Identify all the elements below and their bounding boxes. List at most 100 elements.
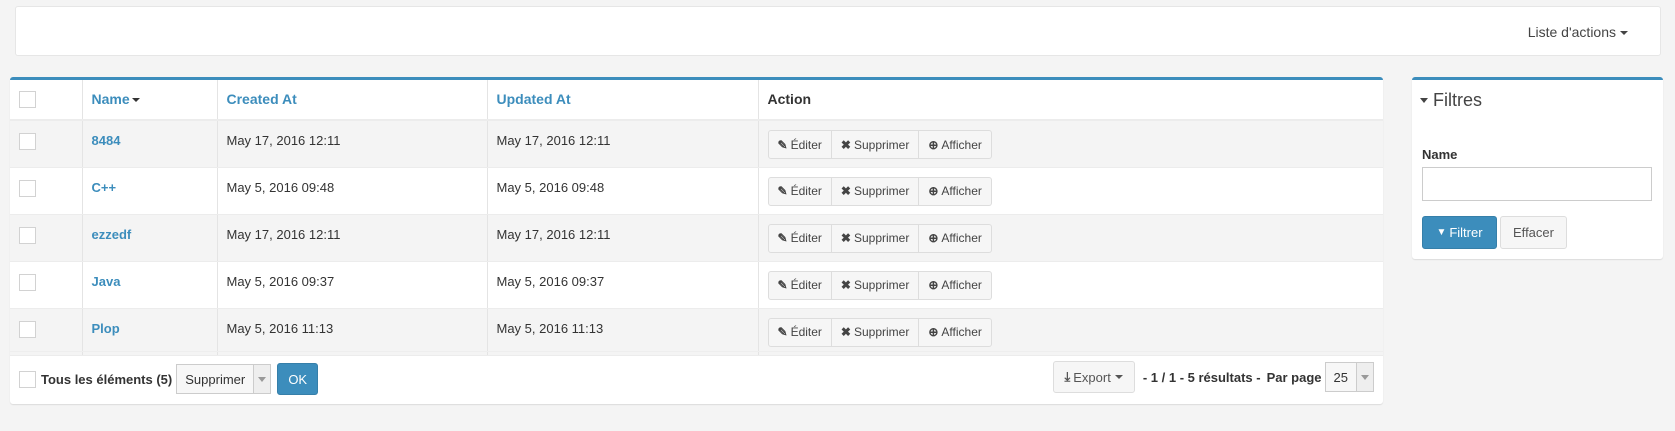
name-link[interactable]: 8484 xyxy=(82,120,218,168)
batch-actions: Tous les éléments (5) Supprimer OK xyxy=(19,363,319,395)
filters-title: Filtres xyxy=(1433,90,1482,110)
name-link[interactable]: Plop xyxy=(82,308,218,356)
name-link[interactable]: ezzedf xyxy=(82,214,218,262)
edit-label: Éditer xyxy=(790,325,822,339)
chevron-down-icon xyxy=(1356,363,1373,391)
edit-button[interactable]: ✎ Éditer xyxy=(767,130,832,159)
show-label: Afficher xyxy=(941,231,982,245)
delete-label: Supprimer xyxy=(853,231,910,245)
created-at-cell: May 5, 2016 09:48 xyxy=(217,167,488,215)
updated-at-cell: May 17, 2016 12:11 xyxy=(487,120,759,168)
zoom-icon: ⊕ xyxy=(928,325,939,339)
actions-dropdown[interactable]: Liste d'actions xyxy=(1528,24,1628,40)
updated-at-cell: May 17, 2016 12:11 xyxy=(487,214,759,262)
export-label: Export xyxy=(1073,369,1111,385)
edit-icon: ✎ xyxy=(777,231,788,245)
sort-caret-icon xyxy=(131,98,140,103)
show-button[interactable]: ⊕ Afficher xyxy=(919,176,992,206)
show-button[interactable]: ⊕ Afficher xyxy=(919,223,992,253)
row-checkbox[interactable] xyxy=(19,133,36,150)
edit-label: Éditer xyxy=(790,137,822,152)
row-actions: ✎ Éditer ✖ Supprimer ⊕ Afficher xyxy=(767,176,992,206)
close-icon: ✖ xyxy=(840,137,851,152)
column-header-updated-at[interactable]: Updated At xyxy=(487,80,759,121)
funnel-icon: ▼ xyxy=(1436,227,1447,238)
close-icon: ✖ xyxy=(840,231,851,245)
updated-at-cell: May 5, 2016 09:37 xyxy=(487,261,759,309)
filter-button[interactable]: ▼ Filtrer xyxy=(1422,216,1497,249)
column-updated-label: Updated At xyxy=(496,91,571,107)
row-actions: ✎ Éditer ✖ Supprimer ⊕ Afficher xyxy=(767,223,992,253)
show-label: Afficher xyxy=(941,184,982,198)
zoom-icon: ⊕ xyxy=(928,231,939,245)
created-at-cell: May 5, 2016 09:37 xyxy=(217,261,488,309)
row-select-cell xyxy=(10,167,83,215)
zoom-icon: ⊕ xyxy=(928,184,939,198)
per-page-select[interactable]: 25 xyxy=(1324,362,1374,392)
edit-button[interactable]: ✎ Éditer xyxy=(767,223,832,253)
row-checkbox[interactable] xyxy=(19,273,36,291)
show-button[interactable]: ⊕ Afficher xyxy=(919,270,992,300)
column-name-label: Name xyxy=(91,91,130,107)
show-label: Afficher xyxy=(941,278,982,292)
edit-label: Éditer xyxy=(790,278,822,292)
delete-button[interactable]: ✖ Supprimer xyxy=(831,317,920,347)
actions-cell: ✎ Éditer ✖ Supprimer ⊕ Afficher xyxy=(758,261,1383,309)
column-header-created-at[interactable]: Created At xyxy=(217,80,488,121)
column-header-name[interactable]: Name xyxy=(82,80,218,121)
column-created-label: Created At xyxy=(226,91,297,107)
actions-cell: ✎ Éditer ✖ Supprimer ⊕ Afficher xyxy=(758,214,1383,262)
name-link[interactable]: Java xyxy=(82,261,218,309)
show-label: Afficher xyxy=(941,137,982,152)
show-button[interactable]: ⊕ Afficher xyxy=(919,130,992,159)
select-all-elements-checkbox[interactable] xyxy=(19,370,36,388)
select-all-checkbox[interactable] xyxy=(19,91,36,108)
chevron-down-icon xyxy=(253,365,271,393)
pagination: ⤓ Export - 1 / 1 - 5 résultats - Par page… xyxy=(1052,361,1374,393)
row-checkbox[interactable] xyxy=(19,179,36,197)
select-all-elements-label: Tous les éléments (5) xyxy=(41,371,173,387)
created-at-cell: May 5, 2016 11:13 xyxy=(217,308,488,356)
name-link[interactable]: C++ xyxy=(82,167,218,215)
per-page-value: 25 xyxy=(1333,369,1348,385)
export-button[interactable]: ⤓ Export xyxy=(1052,361,1135,393)
row-select-cell xyxy=(10,120,83,168)
clear-button[interactable]: Effacer xyxy=(1500,216,1567,249)
filters-toggle[interactable]: Filtres xyxy=(1420,90,1482,111)
edit-icon: ✎ xyxy=(777,278,788,292)
list-panel: Name Created At Updated At Action 8484 M… xyxy=(10,77,1383,404)
actions-cell: ✎ Éditer ✖ Supprimer ⊕ Afficher xyxy=(758,167,1383,215)
top-navbar: Liste d'actions xyxy=(15,6,1661,56)
row-select-cell xyxy=(10,214,83,262)
table-row: Plop May 5, 2016 11:13 May 5, 2016 11:13… xyxy=(10,308,1383,356)
column-action-label: Action xyxy=(767,91,812,107)
edit-button[interactable]: ✎ Éditer xyxy=(767,317,832,347)
table-header-row: Name Created At Updated At Action xyxy=(10,80,1383,121)
column-header-action: Action xyxy=(758,80,1383,121)
delete-button[interactable]: ✖ Supprimer xyxy=(831,130,920,159)
delete-label: Supprimer xyxy=(853,184,910,198)
batch-action-select[interactable]: Supprimer xyxy=(176,364,272,394)
table-row: Java May 5, 2016 09:37 May 5, 2016 09:37… xyxy=(10,261,1383,309)
delete-button[interactable]: ✖ Supprimer xyxy=(831,270,920,300)
actions-dropdown-label: Liste d'actions xyxy=(1527,24,1616,40)
ok-button[interactable]: OK xyxy=(277,363,319,395)
show-button[interactable]: ⊕ Afficher xyxy=(919,317,992,347)
batch-action-value: Supprimer xyxy=(185,371,246,387)
actions-cell: ✎ Éditer ✖ Supprimer ⊕ Afficher xyxy=(758,120,1383,168)
caret-down-icon xyxy=(1620,31,1628,36)
filters-panel: Filtres Name ▼ Filtrer Effacer xyxy=(1412,77,1663,259)
delete-label: Supprimer xyxy=(853,137,910,152)
row-checkbox[interactable] xyxy=(19,226,36,244)
row-checkbox[interactable] xyxy=(19,320,36,338)
edit-button[interactable]: ✎ Éditer xyxy=(767,270,832,300)
delete-button[interactable]: ✖ Supprimer xyxy=(831,176,920,206)
edit-button[interactable]: ✎ Éditer xyxy=(767,176,832,206)
per-page-label: Par page xyxy=(1266,369,1322,385)
edit-icon: ✎ xyxy=(777,325,788,339)
delete-button[interactable]: ✖ Supprimer xyxy=(831,223,920,253)
table-row: 8484 May 17, 2016 12:11 May 17, 2016 12:… xyxy=(10,120,1383,168)
row-select-cell xyxy=(10,261,83,309)
filter-button-label: Filtrer xyxy=(1449,225,1483,240)
filter-name-input[interactable] xyxy=(1422,167,1652,201)
